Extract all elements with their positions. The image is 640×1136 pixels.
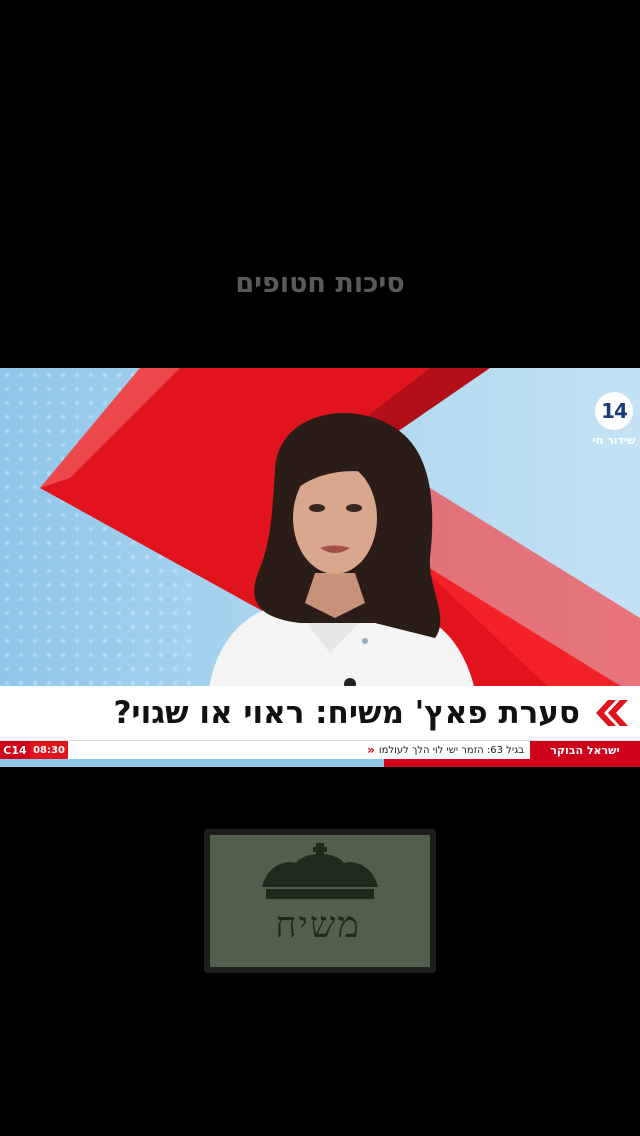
live-label: שידור חי <box>592 434 636 447</box>
presenter-image <box>205 413 480 718</box>
channel-14-logo: 14 שידור חי <box>592 392 636 447</box>
ticker-news-item: בגיל 63: הזמר ישי לוי הלך לעולמו « <box>367 741 524 760</box>
patch-background <box>204 829 436 973</box>
patch-image: משיח <box>204 829 436 977</box>
headline-bar: סערת פאץ' משיח: ראוי או שגוי? <box>0 686 640 740</box>
ticker-time: 08:30 <box>30 741 68 760</box>
video-caption: סיכות חטופים <box>235 268 405 299</box>
channel-tag: C14 <box>0 741 30 760</box>
headline-text: סערת פאץ' משיח: ראוי או שגוי? <box>113 695 580 731</box>
news-video-frame[interactable]: 14 שידור חי סערת פאץ' משיח: ראוי או שגוי… <box>0 368 640 767</box>
ticker-news-text: בגיל 63: הזמר ישי לוי הלך לעולמו <box>378 745 524 756</box>
patch-text: משיח <box>275 905 361 946</box>
news-ticker: C14 08:30 בגיל 63: הזמר ישי לוי הלך לעול… <box>0 740 640 760</box>
double-chevron-icon <box>590 700 628 726</box>
show-name: ישראל הבוקר <box>530 741 640 760</box>
ticker-arrows-icon: « <box>367 743 375 757</box>
channel-logo-number: 14 <box>595 392 633 430</box>
bottom-stripe <box>0 759 640 767</box>
